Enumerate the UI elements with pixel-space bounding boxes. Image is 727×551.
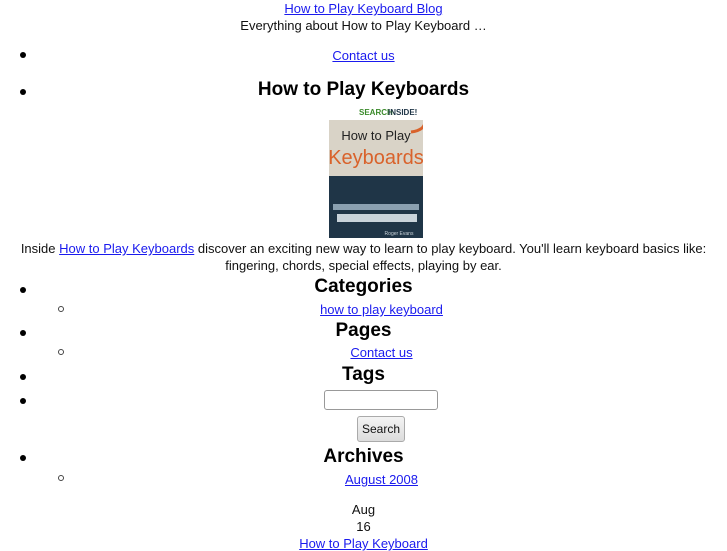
pages-heading: Pages	[335, 320, 392, 341]
featured-description: Inside How to Play Keyboards discover an…	[20, 241, 707, 273]
post-date-month: Aug	[351, 502, 376, 517]
categories-heading: Categories	[314, 276, 413, 297]
bullet-icon	[20, 398, 26, 404]
nav-contact-link[interactable]: Contact us	[332, 48, 394, 63]
svg-text:INSIDE!: INSIDE!	[388, 108, 417, 117]
svg-text:Keyboards: Keyboards	[329, 147, 423, 169]
svg-text:How to Play: How to Play	[341, 128, 411, 143]
blog-tagline: Everything about How to Play Keyboard …	[240, 18, 487, 33]
featured-heading: How to Play Keyboards	[257, 79, 470, 100]
search-button[interactable]: Search	[357, 416, 405, 442]
tags-heading: Tags	[342, 364, 385, 385]
blog-title: How to Play Keyboard Blog	[0, 1, 727, 16]
search-input[interactable]	[324, 390, 438, 410]
post-title-link[interactable]: How to Play Keyboard	[299, 536, 428, 551]
svg-text:Roger Evans: Roger Evans	[385, 231, 414, 237]
blog-title-link[interactable]: How to Play Keyboard Blog	[284, 1, 442, 16]
category-link[interactable]: how to play keyboard	[320, 302, 443, 317]
book-cover-image[interactable]: SEARCH INSIDE! How to Play Keyboards Rog…	[329, 104, 423, 238]
featured-book-link[interactable]: How to Play Keyboards	[59, 241, 194, 256]
archives-heading: Archives	[323, 446, 404, 467]
archive-link[interactable]: August 2008	[345, 472, 418, 487]
post-date-day: 16	[356, 519, 371, 534]
page-link[interactable]: Contact us	[350, 345, 412, 360]
